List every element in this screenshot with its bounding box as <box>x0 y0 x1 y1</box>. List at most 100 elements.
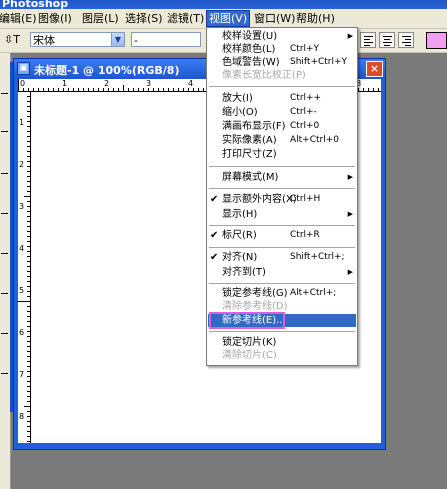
menu-item-snap-to[interactable]: 对齐到(T) ▶ <box>208 266 356 279</box>
ruler-tick <box>27 271 30 272</box>
ruler-tick <box>27 136 30 137</box>
menu-bar: 编辑(E) 图像(I) 图层(L) 选择(S) 滤镜(T) 视图(V) 窗口(W… <box>0 9 447 29</box>
font-family-select[interactable]: 宋体 <box>30 32 112 47</box>
ruler-tick <box>27 181 30 182</box>
ruler-tick <box>27 96 30 97</box>
menu-item-zoom-out[interactable]: 缩小(O) Ctrl+- <box>208 106 356 119</box>
ruler-tick <box>203 88 204 91</box>
menu-item-rulers[interactable]: ✔ 标尺(R) Ctrl+R <box>208 229 356 242</box>
checkmark-icon: ✔ <box>210 230 219 241</box>
ruler-tick <box>48 88 49 91</box>
ruler-tick <box>123 85 124 91</box>
ruler-h-label: 3 <box>146 79 152 88</box>
text-color-swatch[interactable] <box>426 32 447 49</box>
ruler-v-label: 2 <box>19 160 25 169</box>
font-family-dropdown-icon[interactable]: ▼ <box>111 32 125 47</box>
ruler-tick <box>373 88 374 91</box>
font-style-select[interactable]: - <box>131 32 201 47</box>
ruler-tick <box>108 88 109 91</box>
ruler-tick <box>27 401 30 402</box>
ruler-tick <box>163 88 164 91</box>
ruler-tick <box>378 88 379 91</box>
ruler-tick <box>27 256 30 257</box>
menu-item-lock-guides[interactable]: 锁定参考线(G) Alt+Ctrl+; <box>208 287 356 300</box>
vertical-ruler[interactable]: 1 2 3 4 5 6 7 8 <box>18 91 31 443</box>
ruler-tick <box>93 88 94 91</box>
menu-edit[interactable]: 编辑(E) <box>0 11 39 26</box>
ruler-tick <box>148 88 149 91</box>
ruler-tick <box>27 396 30 397</box>
submenu-arrow-icon: ▶ <box>347 173 353 181</box>
menu-image[interactable]: 图像(I) <box>36 11 74 26</box>
text-orientation-icon[interactable]: ⇳T <box>4 33 20 47</box>
menu-help[interactable]: 帮助(H) <box>294 11 337 26</box>
ruler-v-label: 8 <box>19 412 25 421</box>
ruler-tick <box>158 88 159 91</box>
ruler-tick <box>27 336 30 337</box>
ruler-tick <box>27 101 30 102</box>
menu-view[interactable]: 视图(V) <box>206 10 251 27</box>
menu-item-actual-pixels[interactable]: 实际像素(A) Alt+Ctrl+0 <box>208 134 356 147</box>
ruler-tick <box>43 88 44 91</box>
ruler-tick <box>27 106 30 107</box>
menu-filter[interactable]: 滤镜(T) <box>165 11 206 26</box>
ruler-h-label: 0 <box>20 79 26 88</box>
highlight-annotation-box <box>209 312 285 329</box>
ruler-tick <box>53 88 54 91</box>
align-center-icon[interactable] <box>379 32 395 48</box>
ruler-tick <box>27 266 30 267</box>
align-left-icon[interactable] <box>360 32 376 48</box>
align-right-icon[interactable] <box>398 32 414 48</box>
ruler-tick <box>27 231 30 232</box>
ruler-tick <box>27 366 30 367</box>
ruler-tick <box>27 291 30 292</box>
menu-item-extras[interactable]: ✔ 显示额外内容(X) Ctrl+H <box>208 193 356 206</box>
ruler-tick <box>27 211 30 212</box>
ruler-tick <box>27 356 30 357</box>
menu-window[interactable]: 窗口(W) <box>252 11 297 26</box>
app-title: Photoshop <box>2 0 69 9</box>
menu-item-lock-slices[interactable]: 锁定切片(K) <box>208 336 356 349</box>
checkmark-icon: ✔ <box>210 252 219 263</box>
ruler-tick <box>27 241 30 242</box>
menu-item-fit-on-screen[interactable]: 满画布显示(F) Ctrl+0 <box>208 120 356 133</box>
ruler-tick <box>27 111 30 112</box>
menu-item-proof-setup[interactable]: 校样设置(U) ▶ <box>208 30 356 43</box>
menu-item-gamut-warning[interactable]: 色域警告(W) Shift+Ctrl+Y <box>208 56 356 69</box>
ruler-v-label: 5 <box>19 286 25 295</box>
ruler-tick <box>198 88 199 91</box>
ruler-tick <box>18 79 19 91</box>
ruler-v-label: 7 <box>19 370 25 379</box>
menu-item-print-size[interactable]: 打印尺寸(Z) <box>208 148 356 161</box>
ruler-tick <box>358 88 359 91</box>
ruler-tick <box>103 88 104 91</box>
menu-item-screen-mode[interactable]: 屏幕模式(M) ▶ <box>208 171 356 184</box>
ruler-tick <box>18 91 30 92</box>
ruler-tick <box>188 88 189 91</box>
menu-separator <box>209 247 355 248</box>
menu-item-proof-colors[interactable]: 校样颜色(L) Ctrl+Y <box>208 43 356 56</box>
menu-item-show[interactable]: 显示(H) ▶ <box>208 208 356 221</box>
ruler-tick <box>27 386 30 387</box>
menu-select[interactable]: 选择(S) <box>123 11 165 26</box>
ruler-tick <box>27 321 30 322</box>
menu-item-zoom-in[interactable]: 放大(I) Ctrl++ <box>208 92 356 105</box>
ruler-tick <box>27 361 30 362</box>
ruler-tick <box>27 216 30 217</box>
ruler-tick <box>133 88 134 91</box>
ruler-tick <box>27 326 30 327</box>
ruler-tick <box>363 88 364 91</box>
menu-separator <box>209 188 355 189</box>
menu-layer[interactable]: 图层(L) <box>80 11 121 26</box>
ruler-tick <box>58 88 59 91</box>
ruler-tick <box>27 171 30 172</box>
ruler-tick <box>27 286 30 287</box>
ruler-tick <box>27 176 30 177</box>
close-button[interactable]: × <box>366 61 383 77</box>
menu-item-clear-slices: 清除切片(C) <box>222 350 277 361</box>
submenu-arrow-icon: ▶ <box>347 210 353 218</box>
ruler-tick <box>27 116 30 117</box>
checkmark-icon: ✔ <box>210 194 219 205</box>
ruler-h-label: 1 <box>62 79 68 88</box>
menu-item-snap[interactable]: ✔ 对齐(N) Shift+Ctrl+; <box>208 251 356 264</box>
